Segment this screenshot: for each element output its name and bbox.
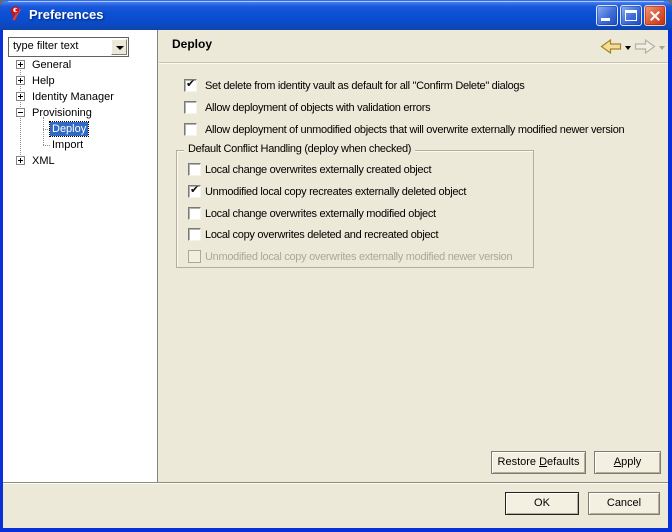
deploy-preference-page: Deploy ✔ Set delete from identity vault … [159, 30, 668, 482]
header-separator [159, 62, 668, 63]
apply-button[interactable]: Apply [594, 451, 661, 474]
preferences-tree: General Help Identity Manager Provisioni… [3, 57, 156, 482]
conflict-handling-group: Default Conflict Handling (deploy when c… [176, 143, 534, 268]
checkbox-label[interactable]: Local change overwrites externally modif… [205, 207, 436, 221]
expand-icon[interactable] [16, 60, 25, 69]
tree-item-xml[interactable]: XML [3, 153, 156, 169]
tree-item-help[interactable]: Help [3, 73, 156, 89]
window-title: Preferences [29, 7, 104, 22]
minimize-button[interactable] [596, 5, 618, 26]
button-text: efaults [547, 456, 580, 468]
checkbox-label[interactable]: Local change overwrites externally creat… [205, 163, 432, 177]
maximize-button[interactable] [620, 5, 642, 26]
checkbox-label[interactable]: Allow deployment of unmodified objects t… [205, 123, 625, 137]
tree-item-deploy[interactable]: Deploy [3, 121, 156, 137]
checkbox-confirm-delete[interactable]: ✔ [184, 78, 197, 92]
titlebar[interactable]: Preferences [0, 0, 672, 30]
collapse-icon[interactable] [16, 108, 25, 117]
button-accel: D [539, 456, 548, 468]
tree-item-label: Import [52, 139, 84, 151]
check-icon: ✔ [186, 78, 196, 90]
forward-arrow-icon[interactable] [634, 38, 656, 54]
tree-item-import[interactable]: Import [3, 137, 156, 153]
expand-icon[interactable] [16, 92, 25, 101]
ok-button[interactable]: OK [505, 492, 579, 515]
back-history-caret-icon[interactable] [625, 45, 631, 50]
chevron-down-icon [116, 46, 124, 50]
filter-combo[interactable]: type filter text [8, 37, 129, 57]
page-title: Deploy [172, 37, 213, 51]
tree-item-label: Provisioning [32, 107, 92, 119]
tree-item-general[interactable]: General [3, 57, 156, 73]
expand-icon[interactable] [16, 76, 25, 85]
checkbox-overwrites-recreated[interactable] [188, 228, 201, 241]
button-text: Restore [497, 456, 540, 468]
app-icon [9, 6, 21, 21]
footer-separator [3, 482, 668, 483]
tree-item-provisioning[interactable]: Provisioning [3, 105, 156, 121]
back-arrow-icon[interactable] [600, 38, 622, 54]
preferences-dialog: Preferences type filter text General Hel… [0, 0, 672, 532]
button-bar: OK Cancel [3, 484, 668, 528]
checkbox-validation-errors[interactable] [184, 101, 197, 114]
page-navigation [600, 37, 665, 55]
maximize-icon [625, 10, 637, 21]
cancel-button[interactable]: Cancel [588, 492, 660, 515]
checkbox-label-disabled: Unmodified local copy overwrites externa… [205, 251, 513, 263]
close-button[interactable] [644, 5, 666, 26]
checkbox-overwrites-modified[interactable] [188, 207, 201, 220]
tree-item-label: XML [32, 155, 55, 167]
expand-icon[interactable] [16, 156, 25, 165]
checkbox-recreates-deleted[interactable]: ✔ [188, 184, 201, 198]
tree-item-label: General [32, 59, 72, 71]
tree-item-label: Identity Manager [32, 91, 114, 103]
tree-item-identity-manager[interactable]: Identity Manager [3, 89, 156, 105]
checkbox-label[interactable]: Local copy overwrites deleted and recrea… [205, 228, 439, 242]
button-accel: A [613, 456, 622, 468]
checkbox-label[interactable]: Set delete from identity vault as defaul… [205, 79, 525, 93]
restore-defaults-button[interactable]: Restore Defaults [491, 451, 586, 474]
window-controls [596, 5, 666, 26]
checkbox-overwrite-newer[interactable] [184, 123, 197, 136]
button-text: pply [621, 456, 642, 468]
minimize-icon [601, 18, 610, 21]
check-icon: ✔ [190, 184, 200, 196]
filter-dropdown-button[interactable] [111, 39, 127, 55]
tree-item-label-selected: Deploy [48, 121, 90, 137]
checkbox-overwrites-created[interactable] [188, 163, 201, 176]
group-title: Default Conflict Handling (deploy when c… [184, 143, 416, 155]
forward-history-caret-icon[interactable] [659, 45, 665, 50]
checkbox-label[interactable]: Allow deployment of objects with validat… [205, 101, 431, 115]
checkbox-unmodified-overwrites-newer-disabled [188, 250, 201, 263]
filter-input[interactable]: type filter text [13, 40, 78, 52]
checkbox-label[interactable]: Unmodified local copy recreates external… [205, 185, 466, 199]
sidebar: type filter text General Help Identity M… [3, 30, 158, 482]
tree-item-label: Help [32, 75, 55, 87]
dialog-body: type filter text General Help Identity M… [3, 30, 668, 528]
